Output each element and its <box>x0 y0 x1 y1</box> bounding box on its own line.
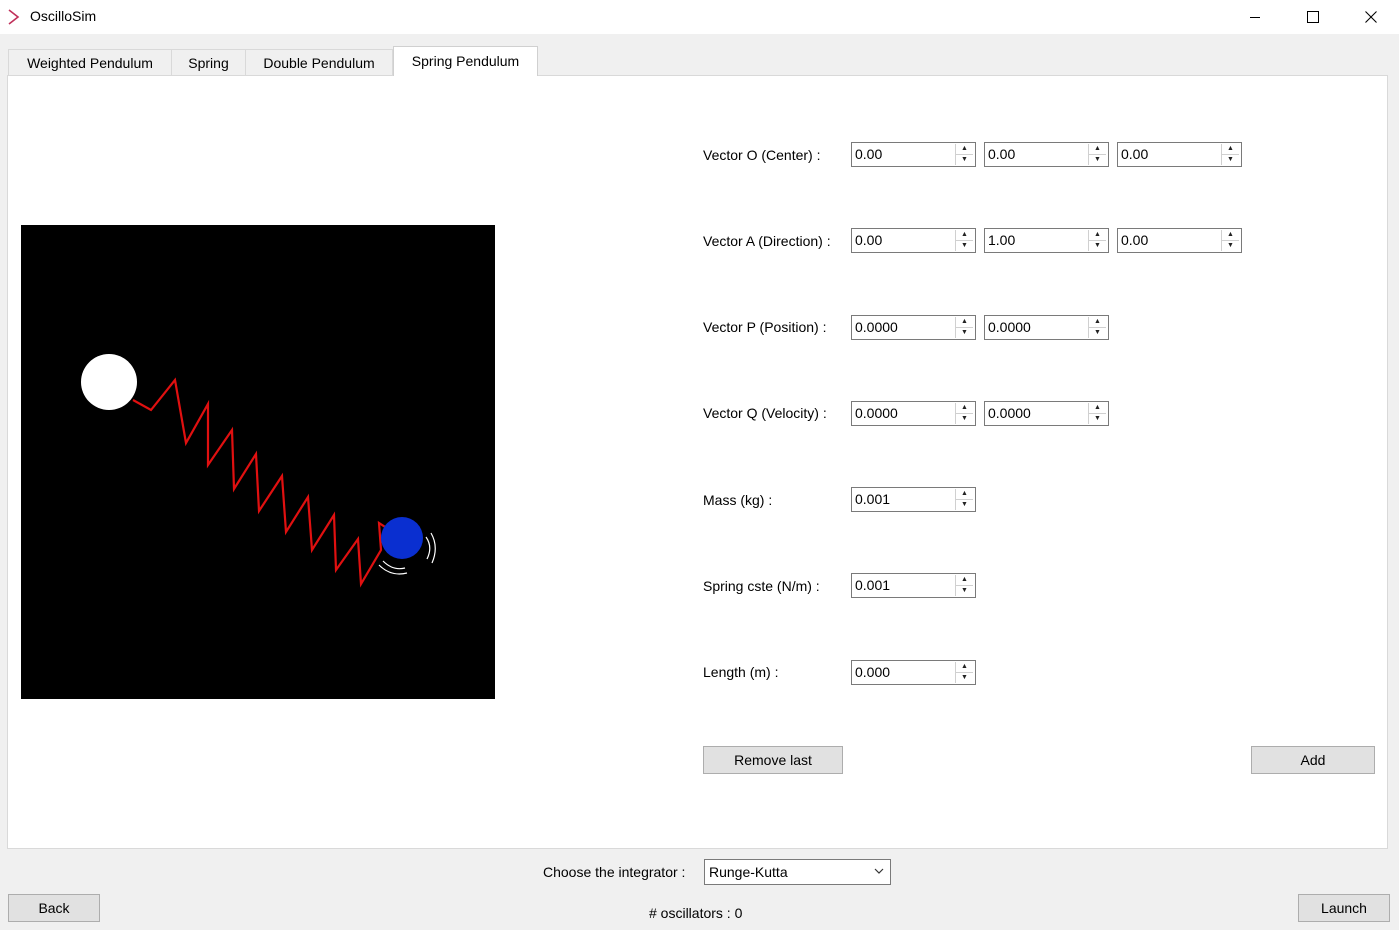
tab-spring[interactable]: Spring <box>171 49 246 75</box>
spin-down-icon[interactable]: ▼ <box>956 673 973 683</box>
vector-o-z-spinbox[interactable]: 0.00 ▲ ▼ <box>1117 142 1242 167</box>
spin-up-icon[interactable]: ▲ <box>956 662 973 673</box>
chevron-down-icon <box>874 868 884 874</box>
spin-up-icon[interactable]: ▲ <box>1089 230 1106 241</box>
vector-o-y-spinbox[interactable]: 0.00 ▲ ▼ <box>984 142 1109 167</box>
spin-down-icon[interactable]: ▼ <box>1089 241 1106 251</box>
spin-up-icon[interactable]: ▲ <box>1089 144 1106 155</box>
spin-up-icon[interactable]: ▲ <box>1222 230 1239 241</box>
integrator-label: Choose the integrator : <box>543 864 686 880</box>
spin-up-icon[interactable]: ▲ <box>956 317 973 328</box>
tab-weighted-pendulum[interactable]: Weighted Pendulum <box>8 49 172 75</box>
add-button[interactable]: Add <box>1251 746 1375 774</box>
spin-up-icon[interactable]: ▲ <box>956 489 973 500</box>
minimize-icon <box>1250 17 1260 18</box>
maximize-icon <box>1307 11 1319 23</box>
vector-p-x-spinbox[interactable]: 0.0000 ▲ ▼ <box>851 315 976 340</box>
minimize-button[interactable] <box>1226 0 1284 34</box>
anchor-mass <box>81 354 137 410</box>
launch-button[interactable]: Launch <box>1298 894 1390 922</box>
spin-down-icon[interactable]: ▼ <box>956 500 973 510</box>
vector-o-x-spinbox[interactable]: 0.00 ▲ ▼ <box>851 142 976 167</box>
mass-label: Mass (kg) : <box>703 492 773 508</box>
vector-a-z-spinbox[interactable]: 0.00 ▲ ▼ <box>1117 228 1242 253</box>
spin-down-icon[interactable]: ▼ <box>1222 155 1239 165</box>
tab-spring-pendulum[interactable]: Spring Pendulum <box>393 46 538 76</box>
back-button[interactable]: Back <box>8 894 100 922</box>
remove-last-button[interactable]: Remove last <box>703 746 843 774</box>
spring-cste-label: Spring cste (N/m) : <box>703 578 820 594</box>
spin-down-icon[interactable]: ▼ <box>956 155 973 165</box>
app-logo-icon <box>8 9 20 25</box>
length-label: Length (m) : <box>703 664 779 680</box>
simulation-preview <box>21 225 495 699</box>
vector-a-label: Vector A (Direction) : <box>703 233 831 249</box>
moving-mass <box>381 517 423 559</box>
close-icon <box>1365 11 1377 23</box>
spin-down-icon[interactable]: ▼ <box>1089 328 1106 338</box>
vector-q-x-spinbox[interactable]: 0.0000 ▲ ▼ <box>851 401 976 426</box>
vector-q-label: Vector Q (Velocity) : <box>703 405 827 421</box>
integrator-select[interactable]: Runge-Kutta <box>704 859 891 885</box>
spin-down-icon[interactable]: ▼ <box>956 586 973 596</box>
spin-down-icon[interactable]: ▼ <box>1089 155 1106 165</box>
spin-up-icon[interactable]: ▲ <box>1222 144 1239 155</box>
maximize-button[interactable] <box>1284 0 1342 34</box>
spin-down-icon[interactable]: ▼ <box>956 328 973 338</box>
mass-spinbox[interactable]: 0.001 ▲ ▼ <box>851 487 976 512</box>
spin-up-icon[interactable]: ▲ <box>956 575 973 586</box>
vector-o-label: Vector O (Center) : <box>703 147 821 163</box>
spin-down-icon[interactable]: ▼ <box>1222 241 1239 251</box>
spin-up-icon[interactable]: ▲ <box>1089 317 1106 328</box>
spring-cste-spinbox[interactable]: 0.001 ▲ ▼ <box>851 573 976 598</box>
spin-up-icon[interactable]: ▲ <box>956 144 973 155</box>
vector-a-x-spinbox[interactable]: 0.00 ▲ ▼ <box>851 228 976 253</box>
vector-q-y-spinbox[interactable]: 0.0000 ▲ ▼ <box>984 401 1109 426</box>
vector-a-y-spinbox[interactable]: 1.00 ▲ ▼ <box>984 228 1109 253</box>
oscillators-count: # oscillators : 0 <box>649 905 743 921</box>
window-title: OscilloSim <box>30 8 97 24</box>
spin-down-icon[interactable]: ▼ <box>956 414 973 424</box>
vector-p-y-spinbox[interactable]: 0.0000 ▲ ▼ <box>984 315 1109 340</box>
spin-up-icon[interactable]: ▲ <box>956 403 973 414</box>
length-spinbox[interactable]: 0.000 ▲ ▼ <box>851 660 976 685</box>
tab-double-pendulum[interactable]: Double Pendulum <box>245 49 393 75</box>
close-button[interactable] <box>1342 0 1399 34</box>
preview-background <box>21 225 495 699</box>
spin-up-icon[interactable]: ▲ <box>1089 403 1106 414</box>
spin-up-icon[interactable]: ▲ <box>956 230 973 241</box>
vector-p-label: Vector P (Position) : <box>703 319 827 335</box>
tab-panel: Vector O (Center) : 0.00 ▲ ▼ 0.00 ▲ ▼ 0.00 ▲ ▼… <box>7 75 1388 849</box>
spin-down-icon[interactable]: ▼ <box>956 241 973 251</box>
title-bar: OscilloSim <box>0 0 1399 34</box>
spin-down-icon[interactable]: ▼ <box>1089 414 1106 424</box>
